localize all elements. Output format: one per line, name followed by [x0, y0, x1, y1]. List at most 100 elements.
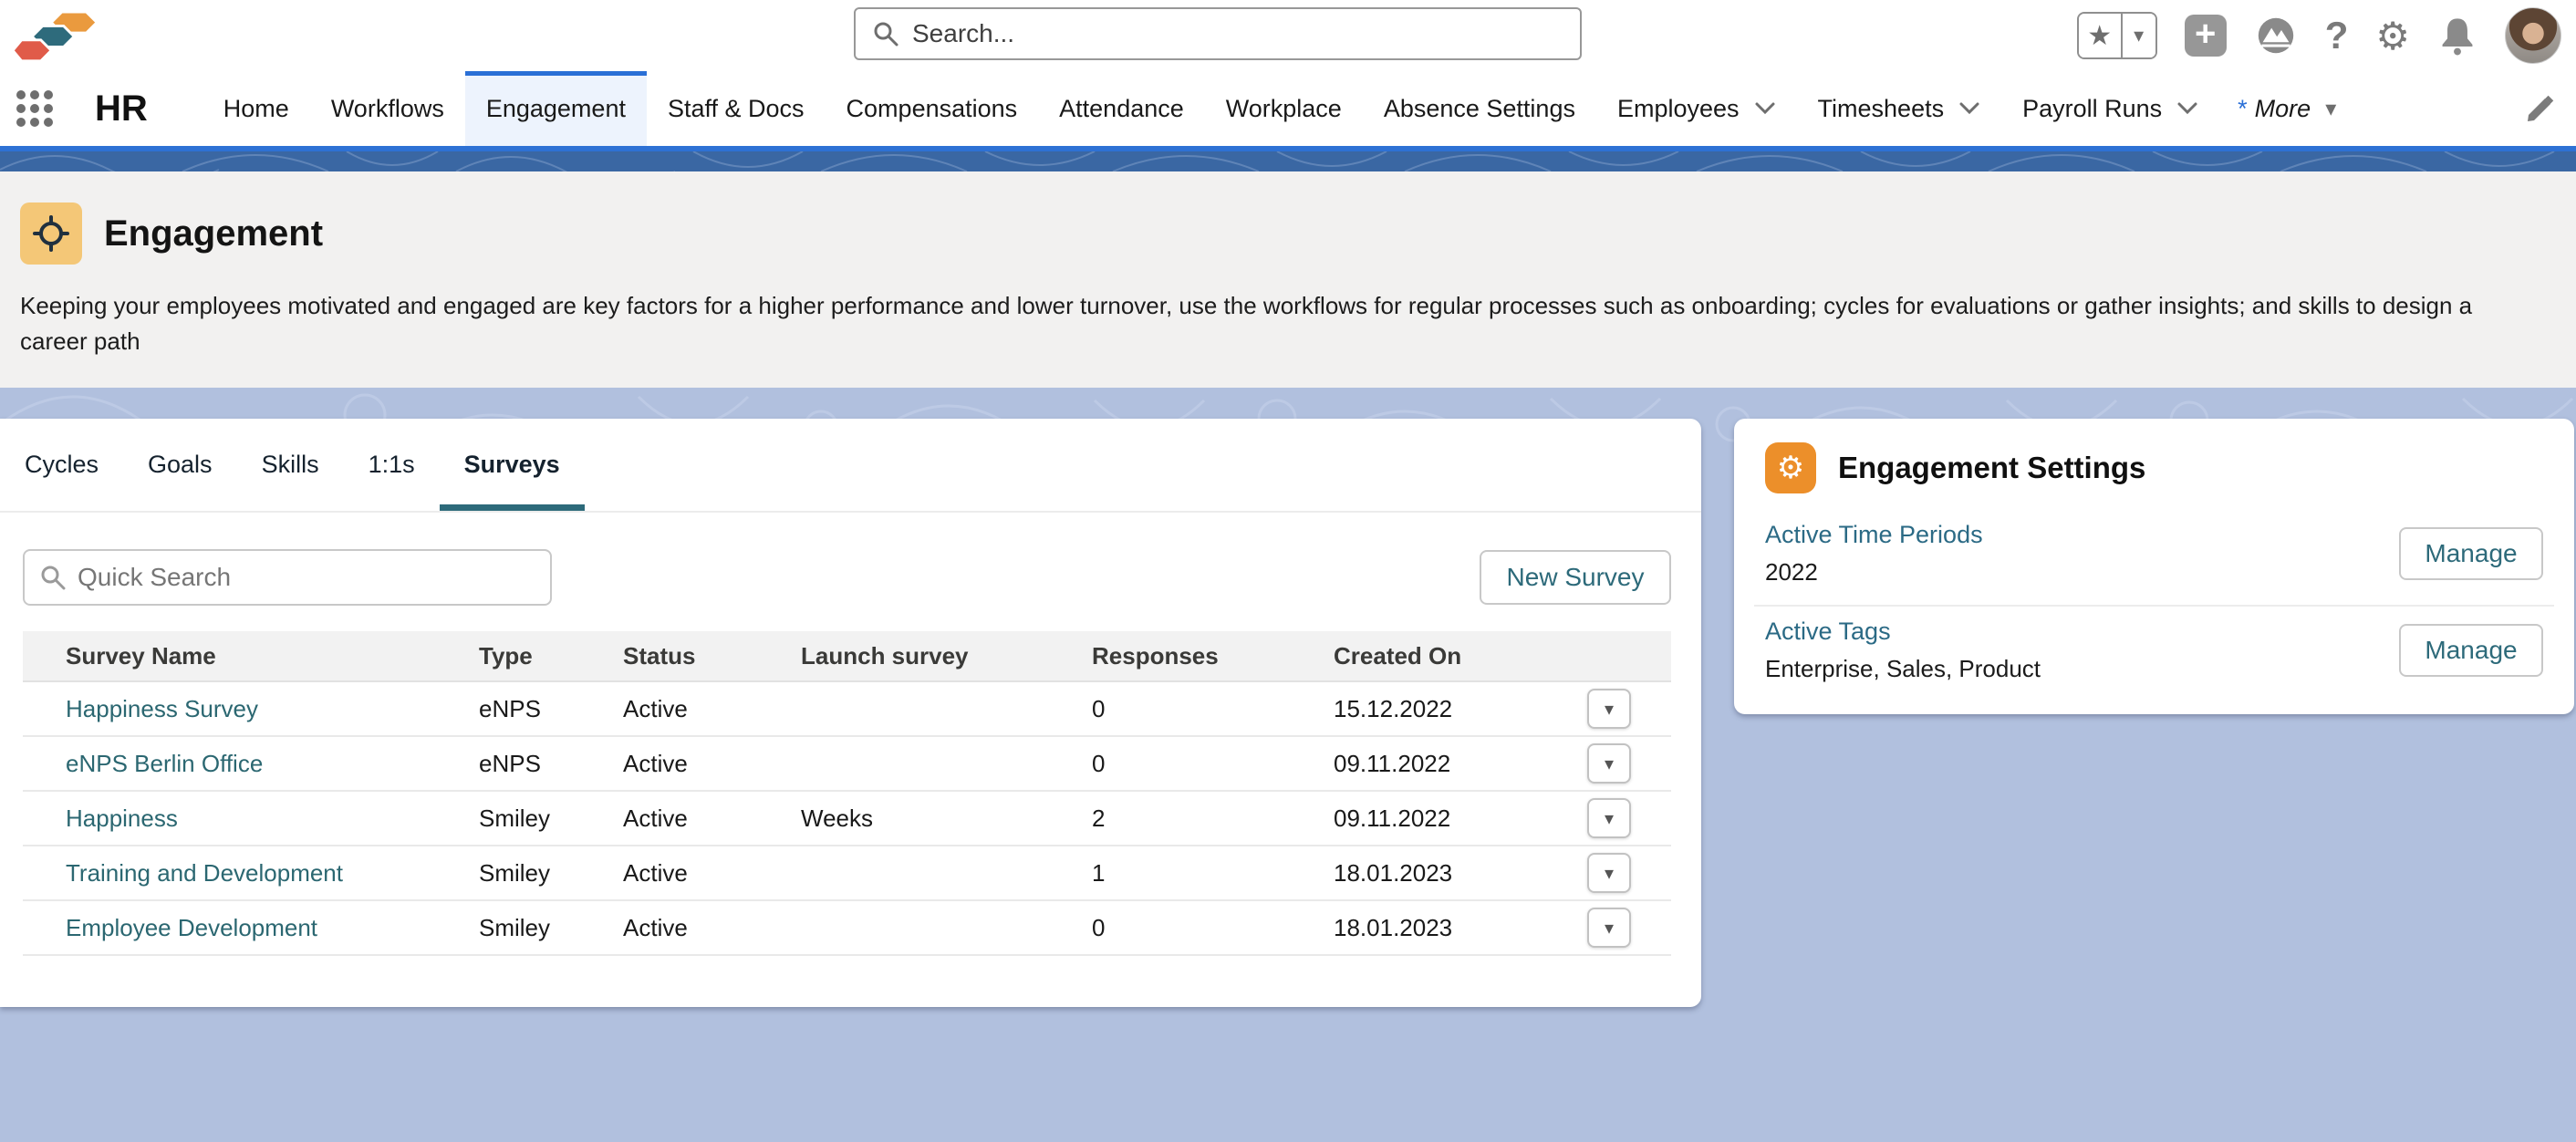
tab-surveys[interactable]: Surveys — [440, 419, 585, 511]
survey-link[interactable]: Happiness Survey — [23, 695, 479, 723]
cell-created: 18.01.2023 — [1334, 914, 1587, 942]
active-time-periods-section: Active Time Periods 2022 Manage — [1734, 510, 2574, 605]
favorite-star-icon[interactable]: ★ — [2079, 14, 2121, 57]
engagement-subtabs: Cycles Goals Skills 1:1s Surveys — [0, 419, 1701, 513]
guidance-center-icon[interactable] — [2254, 14, 2298, 57]
page-theme-band — [0, 146, 2576, 171]
survey-link[interactable]: eNPS Berlin Office — [23, 750, 479, 778]
row-actions-dropdown-button[interactable]: ▾ — [1587, 798, 1631, 838]
quick-search-input[interactable] — [78, 563, 497, 592]
column-launch-survey: Launch survey — [801, 642, 1092, 670]
page-header: Engagement Keeping your employees motiva… — [0, 171, 2576, 388]
column-status: Status — [623, 642, 801, 670]
row-actions-dropdown-button[interactable]: ▾ — [1587, 853, 1631, 893]
favorites-chevron-icon[interactable]: ▾ — [2121, 14, 2155, 57]
caret-down-icon: ▾ — [2325, 96, 2336, 122]
surveys-table: Survey Name Type Status Launch survey Re… — [23, 631, 1671, 956]
cell-responses: 0 — [1092, 750, 1334, 778]
cell-type: Smiley — [479, 914, 623, 942]
cell-responses: 0 — [1092, 695, 1334, 723]
cell-status: Active — [623, 914, 801, 942]
cell-status: Active — [623, 805, 801, 833]
tab-skills[interactable]: Skills — [237, 419, 344, 511]
nav-tab-more[interactable]: * More ▾ — [2219, 71, 2354, 146]
tab-cycles[interactable]: Cycles — [0, 419, 123, 511]
cell-responses: 0 — [1092, 914, 1334, 942]
quick-search[interactable] — [23, 549, 552, 606]
settings-title: Engagement Settings — [1838, 451, 2145, 485]
company-logo[interactable] — [13, 5, 100, 70]
cell-launch: Weeks — [801, 805, 1092, 833]
favorites-button-group[interactable]: ★ ▾ — [2077, 12, 2157, 59]
cell-type: eNPS — [479, 750, 623, 778]
table-header-row: Survey Name Type Status Launch survey Re… — [23, 631, 1671, 682]
nav-more-label: More — [2255, 95, 2311, 123]
page-description: Keeping your employees motivated and eng… — [20, 288, 2540, 359]
nav-tab-workflows[interactable]: Workflows — [310, 71, 465, 146]
active-tags-value: Enterprise, Sales, Product — [1765, 655, 2041, 683]
setup-gear-icon[interactable]: ⚙ — [2375, 14, 2410, 58]
cell-type: Smiley — [479, 805, 623, 833]
app-name: HR — [95, 88, 148, 130]
active-tags-section: Active Tags Enterprise, Sales, Product M… — [1734, 607, 2574, 701]
chevron-down-icon — [1754, 101, 1776, 116]
cell-type: Smiley — [479, 859, 623, 888]
engagement-target-icon — [20, 202, 82, 265]
survey-link[interactable]: Training and Development — [23, 859, 479, 888]
settings-gear-icon: ⚙ — [1765, 442, 1816, 493]
nav-tab-compensations[interactable]: Compensations — [826, 71, 1039, 146]
nav-tab-payroll-runs[interactable]: Payroll Runs — [2001, 71, 2219, 146]
nav-tab-employees-label: Employees — [1617, 95, 1740, 123]
page-title: Engagement — [104, 213, 323, 254]
row-actions-dropdown-button[interactable]: ▾ — [1587, 908, 1631, 948]
surveys-toolbar: New Survey — [23, 549, 1671, 606]
manage-time-periods-button[interactable]: Manage — [2399, 527, 2543, 580]
tab-1-1s[interactable]: 1:1s — [344, 419, 440, 511]
user-avatar[interactable] — [2505, 7, 2561, 64]
row-actions-dropdown-button[interactable]: ▾ — [1587, 689, 1631, 729]
column-type: Type — [479, 642, 623, 670]
edit-nav-pencil-icon[interactable] — [2525, 93, 2556, 124]
nav-tab-staff-docs[interactable]: Staff & Docs — [647, 71, 826, 146]
header-actions: ★ ▾ + ? ⚙ — [2077, 0, 2561, 71]
help-icon[interactable]: ? — [2325, 14, 2349, 57]
chevron-down-icon — [2176, 101, 2198, 116]
nav-tab-payroll-runs-label: Payroll Runs — [2022, 95, 2162, 123]
global-search[interactable] — [854, 7, 1582, 60]
active-tags-link[interactable]: Active Tags — [1765, 618, 2041, 646]
nav-tab-home[interactable]: Home — [203, 71, 310, 146]
active-time-periods-link[interactable]: Active Time Periods — [1765, 521, 1983, 549]
survey-link[interactable]: Employee Development — [23, 914, 479, 942]
manage-tags-button[interactable]: Manage — [2399, 624, 2543, 677]
nav-tab-workplace[interactable]: Workplace — [1205, 71, 1363, 146]
notifications-bell-icon[interactable] — [2437, 15, 2477, 57]
nav-tabs: Home Workflows Engagement Staff & Docs C… — [203, 71, 2354, 146]
global-header: ★ ▾ + ? ⚙ — [0, 0, 2576, 71]
active-time-periods-value: 2022 — [1765, 558, 1983, 587]
column-survey-name: Survey Name — [23, 642, 479, 670]
nav-tab-absence-settings[interactable]: Absence Settings — [1363, 71, 1596, 146]
cell-created: 15.12.2022 — [1334, 695, 1587, 723]
new-survey-button[interactable]: New Survey — [1480, 550, 1671, 605]
page-content: Cycles Goals Skills 1:1s Surveys New Sur… — [0, 388, 2576, 1142]
table-row: Training and Development Smiley Active 1… — [23, 846, 1671, 901]
chevron-down-icon — [1958, 101, 1980, 116]
search-icon — [872, 20, 899, 47]
cell-status: Active — [623, 859, 801, 888]
table-row: Happiness Survey eNPS Active 0 15.12.202… — [23, 682, 1671, 737]
column-created-on: Created On — [1334, 642, 1587, 670]
global-search-input[interactable] — [912, 19, 1496, 48]
survey-link[interactable]: Happiness — [23, 805, 479, 833]
cell-created: 09.11.2022 — [1334, 805, 1587, 833]
nav-tab-attendance[interactable]: Attendance — [1038, 71, 1205, 146]
row-actions-dropdown-button[interactable]: ▾ — [1587, 743, 1631, 784]
nav-tab-employees[interactable]: Employees — [1596, 71, 1797, 146]
global-actions-plus-icon[interactable]: + — [2185, 15, 2227, 57]
cell-responses: 2 — [1092, 805, 1334, 833]
app-launcher-icon[interactable] — [13, 87, 57, 130]
nav-tab-timesheets[interactable]: Timesheets — [1797, 71, 2002, 146]
nav-tab-engagement[interactable]: Engagement — [465, 71, 647, 146]
tab-goals[interactable]: Goals — [123, 419, 237, 511]
band-pattern — [0, 151, 2576, 171]
engagement-settings-card: ⚙ Engagement Settings Active Time Period… — [1734, 419, 2574, 714]
